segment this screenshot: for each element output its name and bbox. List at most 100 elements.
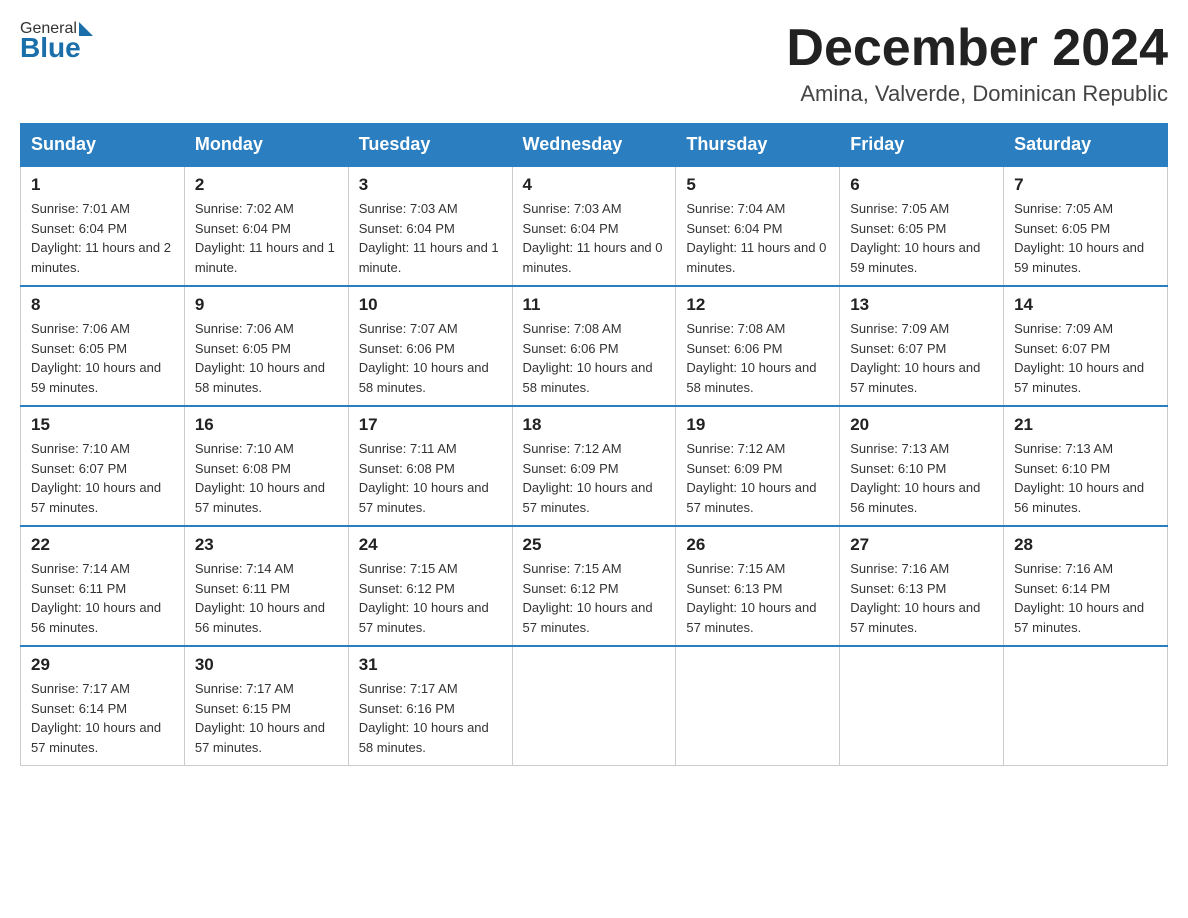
calendar-cell: 22 Sunrise: 7:14 AMSunset: 6:11 PMDaylig… xyxy=(21,526,185,646)
day-info: Sunrise: 7:14 AMSunset: 6:11 PMDaylight:… xyxy=(195,561,325,635)
day-info: Sunrise: 7:02 AMSunset: 6:04 PMDaylight:… xyxy=(195,201,335,275)
day-number: 13 xyxy=(850,295,993,315)
calendar-cell: 13 Sunrise: 7:09 AMSunset: 6:07 PMDaylig… xyxy=(840,286,1004,406)
calendar-cell: 26 Sunrise: 7:15 AMSunset: 6:13 PMDaylig… xyxy=(676,526,840,646)
calendar-cell: 14 Sunrise: 7:09 AMSunset: 6:07 PMDaylig… xyxy=(1004,286,1168,406)
day-number: 10 xyxy=(359,295,502,315)
day-info: Sunrise: 7:12 AMSunset: 6:09 PMDaylight:… xyxy=(523,441,653,515)
calendar-week-row: 29 Sunrise: 7:17 AMSunset: 6:14 PMDaylig… xyxy=(21,646,1168,766)
day-info: Sunrise: 7:13 AMSunset: 6:10 PMDaylight:… xyxy=(850,441,980,515)
day-number: 6 xyxy=(850,175,993,195)
calendar-cell: 1 Sunrise: 7:01 AMSunset: 6:04 PMDayligh… xyxy=(21,166,185,286)
weekday-header-row: SundayMondayTuesdayWednesdayThursdayFrid… xyxy=(21,124,1168,167)
day-number: 26 xyxy=(686,535,829,555)
day-info: Sunrise: 7:03 AMSunset: 6:04 PMDaylight:… xyxy=(359,201,499,275)
day-number: 18 xyxy=(523,415,666,435)
day-number: 4 xyxy=(523,175,666,195)
day-info: Sunrise: 7:03 AMSunset: 6:04 PMDaylight:… xyxy=(523,201,663,275)
weekday-header-tuesday: Tuesday xyxy=(348,124,512,167)
day-info: Sunrise: 7:17 AMSunset: 6:15 PMDaylight:… xyxy=(195,681,325,755)
calendar-cell: 18 Sunrise: 7:12 AMSunset: 6:09 PMDaylig… xyxy=(512,406,676,526)
day-number: 16 xyxy=(195,415,338,435)
day-info: Sunrise: 7:15 AMSunset: 6:12 PMDaylight:… xyxy=(359,561,489,635)
calendar-cell: 27 Sunrise: 7:16 AMSunset: 6:13 PMDaylig… xyxy=(840,526,1004,646)
day-info: Sunrise: 7:14 AMSunset: 6:11 PMDaylight:… xyxy=(31,561,161,635)
calendar-cell: 6 Sunrise: 7:05 AMSunset: 6:05 PMDayligh… xyxy=(840,166,1004,286)
day-info: Sunrise: 7:07 AMSunset: 6:06 PMDaylight:… xyxy=(359,321,489,395)
month-title: December 2024 xyxy=(786,20,1168,77)
day-number: 23 xyxy=(195,535,338,555)
calendar-cell: 31 Sunrise: 7:17 AMSunset: 6:16 PMDaylig… xyxy=(348,646,512,766)
day-number: 15 xyxy=(31,415,174,435)
calendar-table: SundayMondayTuesdayWednesdayThursdayFrid… xyxy=(20,123,1168,766)
calendar-cell: 20 Sunrise: 7:13 AMSunset: 6:10 PMDaylig… xyxy=(840,406,1004,526)
day-info: Sunrise: 7:06 AMSunset: 6:05 PMDaylight:… xyxy=(31,321,161,395)
calendar-cell: 17 Sunrise: 7:11 AMSunset: 6:08 PMDaylig… xyxy=(348,406,512,526)
calendar-cell: 23 Sunrise: 7:14 AMSunset: 6:11 PMDaylig… xyxy=(184,526,348,646)
day-info: Sunrise: 7:05 AMSunset: 6:05 PMDaylight:… xyxy=(850,201,980,275)
day-info: Sunrise: 7:11 AMSunset: 6:08 PMDaylight:… xyxy=(359,441,489,515)
day-number: 14 xyxy=(1014,295,1157,315)
day-number: 29 xyxy=(31,655,174,675)
title-area: December 2024 Amina, Valverde, Dominican… xyxy=(786,20,1168,107)
calendar-week-row: 1 Sunrise: 7:01 AMSunset: 6:04 PMDayligh… xyxy=(21,166,1168,286)
calendar-cell: 24 Sunrise: 7:15 AMSunset: 6:12 PMDaylig… xyxy=(348,526,512,646)
calendar-cell: 28 Sunrise: 7:16 AMSunset: 6:14 PMDaylig… xyxy=(1004,526,1168,646)
calendar-cell xyxy=(512,646,676,766)
day-info: Sunrise: 7:17 AMSunset: 6:14 PMDaylight:… xyxy=(31,681,161,755)
day-info: Sunrise: 7:08 AMSunset: 6:06 PMDaylight:… xyxy=(686,321,816,395)
day-info: Sunrise: 7:15 AMSunset: 6:12 PMDaylight:… xyxy=(523,561,653,635)
weekday-header-friday: Friday xyxy=(840,124,1004,167)
calendar-cell: 16 Sunrise: 7:10 AMSunset: 6:08 PMDaylig… xyxy=(184,406,348,526)
calendar-week-row: 15 Sunrise: 7:10 AMSunset: 6:07 PMDaylig… xyxy=(21,406,1168,526)
day-info: Sunrise: 7:17 AMSunset: 6:16 PMDaylight:… xyxy=(359,681,489,755)
calendar-cell: 5 Sunrise: 7:04 AMSunset: 6:04 PMDayligh… xyxy=(676,166,840,286)
day-number: 5 xyxy=(686,175,829,195)
day-number: 19 xyxy=(686,415,829,435)
calendar-cell: 30 Sunrise: 7:17 AMSunset: 6:15 PMDaylig… xyxy=(184,646,348,766)
day-number: 22 xyxy=(31,535,174,555)
day-info: Sunrise: 7:13 AMSunset: 6:10 PMDaylight:… xyxy=(1014,441,1144,515)
day-number: 31 xyxy=(359,655,502,675)
weekday-header-wednesday: Wednesday xyxy=(512,124,676,167)
weekday-header-sunday: Sunday xyxy=(21,124,185,167)
location-title: Amina, Valverde, Dominican Republic xyxy=(786,81,1168,107)
day-number: 12 xyxy=(686,295,829,315)
day-info: Sunrise: 7:16 AMSunset: 6:14 PMDaylight:… xyxy=(1014,561,1144,635)
page-header: General Blue December 2024 Amina, Valver… xyxy=(20,20,1168,107)
day-info: Sunrise: 7:01 AMSunset: 6:04 PMDaylight:… xyxy=(31,201,171,275)
calendar-cell: 7 Sunrise: 7:05 AMSunset: 6:05 PMDayligh… xyxy=(1004,166,1168,286)
day-number: 1 xyxy=(31,175,174,195)
calendar-cell: 21 Sunrise: 7:13 AMSunset: 6:10 PMDaylig… xyxy=(1004,406,1168,526)
calendar-cell: 29 Sunrise: 7:17 AMSunset: 6:14 PMDaylig… xyxy=(21,646,185,766)
day-info: Sunrise: 7:04 AMSunset: 6:04 PMDaylight:… xyxy=(686,201,826,275)
day-number: 3 xyxy=(359,175,502,195)
day-info: Sunrise: 7:09 AMSunset: 6:07 PMDaylight:… xyxy=(850,321,980,395)
calendar-cell xyxy=(676,646,840,766)
calendar-cell xyxy=(1004,646,1168,766)
weekday-header-monday: Monday xyxy=(184,124,348,167)
day-info: Sunrise: 7:08 AMSunset: 6:06 PMDaylight:… xyxy=(523,321,653,395)
day-number: 28 xyxy=(1014,535,1157,555)
calendar-week-row: 22 Sunrise: 7:14 AMSunset: 6:11 PMDaylig… xyxy=(21,526,1168,646)
calendar-cell: 10 Sunrise: 7:07 AMSunset: 6:06 PMDaylig… xyxy=(348,286,512,406)
calendar-week-row: 8 Sunrise: 7:06 AMSunset: 6:05 PMDayligh… xyxy=(21,286,1168,406)
day-number: 2 xyxy=(195,175,338,195)
day-number: 20 xyxy=(850,415,993,435)
logo-arrow-icon xyxy=(79,22,93,36)
calendar-cell xyxy=(840,646,1004,766)
calendar-cell: 3 Sunrise: 7:03 AMSunset: 6:04 PMDayligh… xyxy=(348,166,512,286)
day-info: Sunrise: 7:16 AMSunset: 6:13 PMDaylight:… xyxy=(850,561,980,635)
calendar-cell: 12 Sunrise: 7:08 AMSunset: 6:06 PMDaylig… xyxy=(676,286,840,406)
day-number: 30 xyxy=(195,655,338,675)
day-number: 8 xyxy=(31,295,174,315)
calendar-cell: 25 Sunrise: 7:15 AMSunset: 6:12 PMDaylig… xyxy=(512,526,676,646)
day-info: Sunrise: 7:06 AMSunset: 6:05 PMDaylight:… xyxy=(195,321,325,395)
day-number: 7 xyxy=(1014,175,1157,195)
day-info: Sunrise: 7:10 AMSunset: 6:08 PMDaylight:… xyxy=(195,441,325,515)
day-number: 25 xyxy=(523,535,666,555)
calendar-cell: 11 Sunrise: 7:08 AMSunset: 6:06 PMDaylig… xyxy=(512,286,676,406)
day-number: 24 xyxy=(359,535,502,555)
calendar-cell: 4 Sunrise: 7:03 AMSunset: 6:04 PMDayligh… xyxy=(512,166,676,286)
day-number: 11 xyxy=(523,295,666,315)
